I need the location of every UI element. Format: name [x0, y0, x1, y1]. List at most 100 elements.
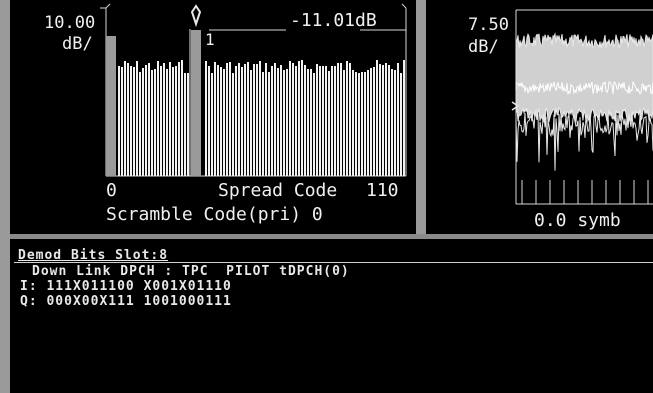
code-bar [394, 70, 396, 176]
x-axis-end: 110 [366, 180, 399, 201]
code-bar [304, 65, 306, 176]
symbol-power-plot[interactable] [426, 0, 653, 234]
code-bar [361, 72, 363, 176]
code-bar [121, 67, 123, 176]
code-bar [358, 73, 360, 176]
code-bar [397, 63, 399, 176]
code-bar [310, 69, 312, 176]
code-bar [253, 64, 255, 176]
code-bar [220, 67, 222, 176]
code-bar [292, 63, 294, 176]
code-bar [127, 63, 129, 176]
code-bar [163, 63, 165, 176]
x-axis-title: Spread Code [218, 180, 338, 201]
code-bar [373, 67, 375, 176]
code-bar [211, 73, 213, 176]
code-bar [340, 63, 342, 176]
code-bar [322, 66, 324, 176]
code-bar [136, 61, 138, 176]
code-bar [337, 63, 339, 176]
code-bar [328, 71, 330, 176]
code-bar [256, 64, 258, 176]
symbol-readout: 0.0 symb [534, 210, 621, 231]
code-bar [223, 69, 225, 176]
code-bar [154, 69, 156, 176]
code-bar [172, 67, 174, 176]
code-bar [331, 66, 333, 176]
code-bar [175, 66, 177, 176]
code-bar [289, 61, 291, 176]
code-bar [238, 63, 240, 176]
marker-diamond-icon[interactable] [190, 4, 202, 28]
code-bar [307, 69, 309, 176]
code-bar [316, 64, 318, 176]
demod-header-line: Down Link DPCH : TPC PILOT tDPCH(0) [32, 264, 350, 279]
code-bar [376, 60, 378, 176]
code-bar [325, 66, 327, 176]
code-bar [388, 65, 390, 176]
code-bar [226, 63, 228, 176]
code-bar [319, 66, 321, 176]
code-bar [391, 69, 393, 176]
code-bar [271, 66, 273, 176]
code-bar [151, 70, 153, 176]
code-bar [262, 72, 264, 176]
code-bar [208, 66, 210, 176]
code-bar [355, 72, 357, 176]
code-bar [385, 63, 387, 176]
code-bar [235, 66, 237, 176]
code-bar [268, 72, 270, 176]
code-bar [349, 63, 351, 176]
code-bar [184, 73, 186, 176]
code-bar [124, 61, 126, 176]
code-bar [334, 66, 336, 176]
code-bar [181, 60, 183, 176]
code-bar [346, 61, 348, 176]
demod-q-bits: Q: 000X00X111 1001000111 [20, 294, 232, 309]
demod-rule [14, 262, 653, 263]
code-bar [313, 73, 315, 176]
code-bars [118, 60, 405, 176]
code-bar [286, 69, 288, 176]
code-bar [157, 61, 159, 176]
panel-divider-vertical [416, 0, 426, 236]
scramble-code-label: Scramble Code(pri) 0 [106, 204, 323, 225]
code-bar [247, 62, 249, 176]
demod-i-bits: I: 111X011100 X001X01110 [20, 279, 232, 294]
code-bar [370, 68, 372, 176]
code-bar [301, 60, 303, 176]
code-bar [214, 62, 216, 176]
code-bar [160, 66, 162, 176]
code-bar [364, 72, 366, 176]
code-bar [205, 61, 207, 176]
code-bar [178, 62, 180, 176]
code-bar [130, 66, 132, 176]
code-bar [295, 66, 297, 176]
code-bar [148, 63, 150, 176]
code-bar [403, 60, 405, 176]
marker-bars [106, 29, 201, 176]
code-bar [133, 67, 135, 176]
code-bar [367, 70, 369, 176]
code-bar [145, 65, 147, 176]
code-bar [265, 63, 267, 176]
code-bar [283, 70, 285, 176]
demod-bits-title: Demod Bits Slot:8 [18, 248, 169, 263]
code-bar [274, 63, 276, 176]
x-axis-start: 0 [106, 180, 117, 201]
code-bar [379, 64, 381, 176]
code-bar [382, 65, 384, 176]
code-bar [217, 65, 219, 176]
power-band-lower [515, 112, 653, 171]
code-bar [352, 70, 354, 176]
code-bar [241, 67, 243, 176]
code-bar [169, 62, 171, 176]
code-bar [118, 66, 120, 176]
code-bar [277, 68, 279, 176]
code-bar [250, 70, 252, 176]
code-bar [280, 65, 282, 176]
code-domain-power-plot[interactable] [0, 0, 416, 234]
code-bar [229, 62, 231, 176]
code-bar [142, 68, 144, 176]
code-bar [187, 73, 189, 176]
